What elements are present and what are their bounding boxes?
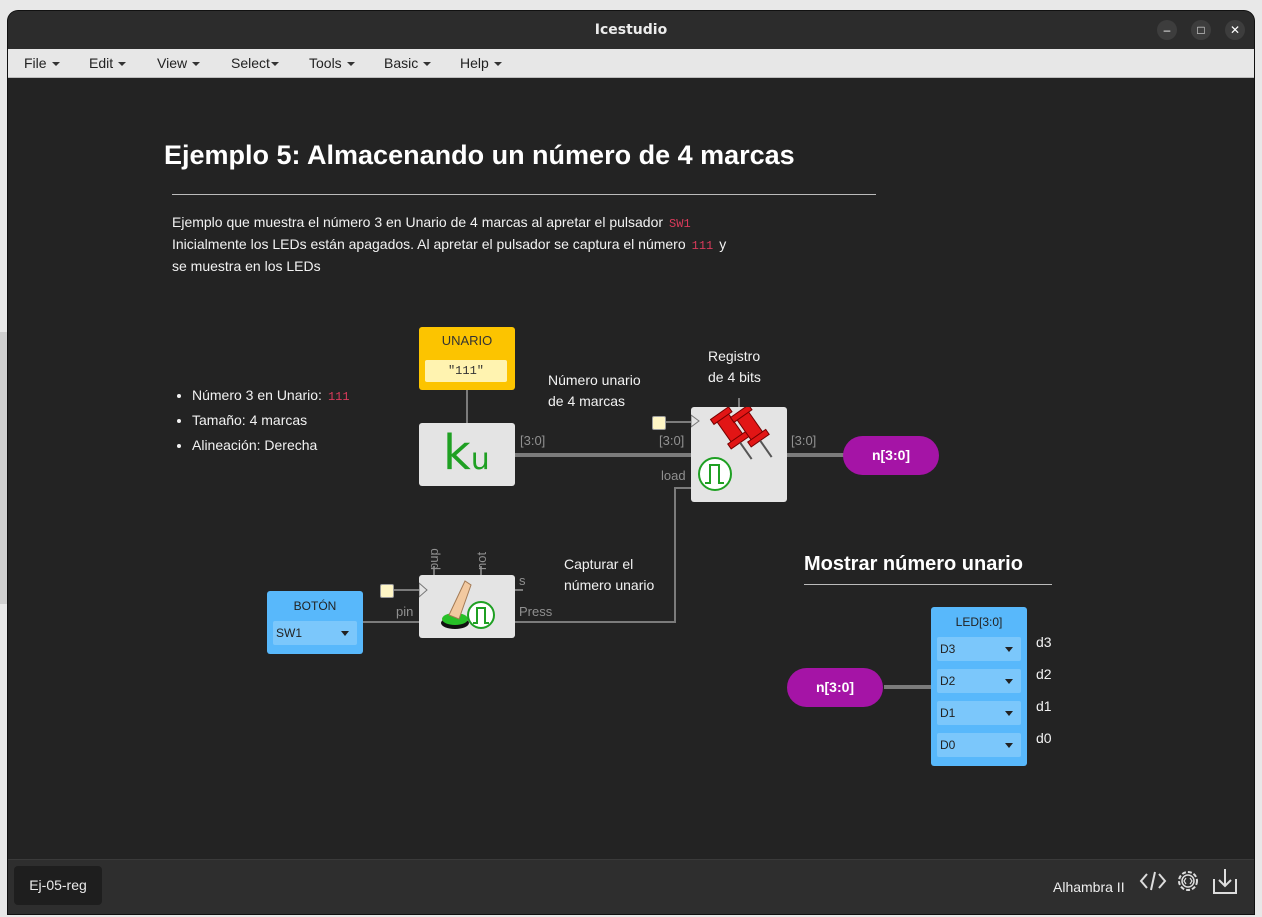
design-canvas[interactable]: [8, 78, 1254, 859]
close-button[interactable]: ✕: [1225, 20, 1245, 40]
led-title: LED[3:0]: [955, 615, 1003, 629]
page-title: Ejemplo 5: Almacenando un número de 4 ma…: [164, 140, 795, 170]
led-label-d3: d3: [1036, 634, 1052, 650]
led-pin-select-d1[interactable]: D1: [937, 701, 1021, 725]
list-item: Tamaño: 4 marcas: [192, 408, 350, 433]
led-pin-select-d3[interactable]: D3: [937, 637, 1021, 661]
menu-view[interactable]: View: [157, 55, 201, 71]
title-divider: [172, 194, 876, 195]
download-icon[interactable]: [1212, 867, 1238, 895]
unary-number-block[interactable]: ku: [419, 423, 515, 486]
ku-output-label: [3:0]: [520, 433, 546, 448]
menu-basic[interactable]: Basic: [384, 55, 432, 71]
boton-pin-select[interactable]: SW1: [273, 621, 357, 645]
register-input-label: [3:0]: [659, 433, 685, 448]
led-pin-select-d0[interactable]: D0: [937, 733, 1021, 757]
register-block[interactable]: [690, 404, 787, 502]
menu-select[interactable]: Select: [231, 55, 279, 71]
chevron-down-icon: [51, 62, 60, 67]
maximize-button[interactable]: □: [1191, 20, 1211, 40]
menu-bar: File Edit View Select Tools Basic Help: [8, 49, 1254, 78]
menu-file[interactable]: File: [24, 55, 60, 71]
unario-constant-block[interactable]: UNARIO "111": [419, 327, 515, 390]
minimize-button[interactable]: –: [1157, 20, 1177, 40]
chevron-down-icon: [341, 631, 349, 636]
wire-clk-button: [394, 589, 419, 591]
push-button-icon: [418, 580, 495, 629]
chevron-down-icon: [118, 62, 127, 67]
wire-press-load: [515, 621, 676, 623]
wire-s: [515, 589, 523, 591]
chevron-down-icon: [192, 62, 201, 67]
menu-edit[interactable]: Edit: [89, 55, 127, 71]
led-pin-select-d2[interactable]: D2: [937, 669, 1021, 693]
boton-title: BOTÓN: [293, 599, 337, 613]
info-list: Número 3 en Unario:111 Tamaño: 4 marcas …: [172, 383, 350, 458]
code-icon[interactable]: [1139, 870, 1167, 892]
board-name[interactable]: Alhambra II: [1053, 879, 1125, 895]
chevron-down-icon: [423, 62, 432, 67]
wire-load-top: [674, 487, 692, 489]
pup-label: pup: [426, 548, 441, 570]
menu-tools[interactable]: Tools: [309, 55, 355, 71]
list-item: Alineación: Derecha: [192, 433, 350, 458]
description-line-2: Inicialmente los LEDs están apagados. Al…: [172, 236, 727, 253]
output-label-n[interactable]: n[3:0]: [843, 436, 939, 475]
section-title-mostrar: Mostrar número unario: [804, 553, 1023, 575]
led-label-d0: d0: [1036, 730, 1052, 746]
chevron-down-icon: [270, 62, 279, 67]
wire-unario-ku: [466, 390, 468, 423]
clock-port-button[interactable]: [380, 584, 394, 598]
note-numero-unario: Número unario de 4 marcas: [548, 372, 641, 409]
chevron-down-icon: [1005, 647, 1013, 652]
wire-ku-register: [515, 453, 692, 457]
load-label: load: [661, 468, 686, 483]
description-line-1: Ejemplo que muestra el número 3 en Unari…: [172, 214, 691, 231]
window-title: Icestudio: [594, 22, 668, 38]
unario-value-field[interactable]: "111": [425, 360, 507, 382]
chevron-down-icon: [1005, 743, 1013, 748]
press-label: Press: [519, 604, 553, 619]
clock-port-register[interactable]: [652, 416, 666, 430]
list-item: Número 3 en Unario:111: [192, 383, 350, 408]
register-output-label: [3:0]: [791, 433, 817, 448]
led-output-block[interactable]: LED[3:0] D3 D2 D1 D0: [931, 607, 1027, 766]
pin-label: pin: [396, 604, 414, 619]
note-capturar: Capturar el número unario: [564, 556, 655, 593]
breadcrumb-tab[interactable]: Ej-05-reg: [14, 866, 102, 905]
not-label: not: [474, 551, 489, 570]
input-label-n[interactable]: n[3:0]: [787, 668, 883, 707]
status-bar: Ej-05-reg Alhambra II: [8, 859, 1254, 914]
wire-clk-register: [666, 421, 692, 423]
boton-input-block[interactable]: BOTÓN SW1: [267, 591, 363, 654]
chevron-down-icon: [346, 62, 355, 67]
title-bar: Icestudio – □ ✕: [8, 11, 1254, 49]
led-label-d1: d1: [1036, 698, 1052, 714]
pushpin-icon: [690, 404, 773, 491]
s-label: s: [519, 573, 526, 588]
button-edge-block[interactable]: [418, 575, 515, 638]
chevron-down-icon: [1005, 679, 1013, 684]
ku-symbol-icon: ku: [443, 425, 490, 481]
wire-in-led: [884, 685, 932, 689]
menu-help[interactable]: Help: [460, 55, 502, 71]
wire-register-out: [787, 453, 844, 457]
gear-code-icon[interactable]: [1175, 868, 1201, 894]
unario-title: UNARIO: [441, 333, 493, 348]
chevron-down-icon: [493, 62, 502, 67]
wire-boton-pin: [363, 621, 419, 623]
chevron-down-icon: [1005, 711, 1013, 716]
section-divider: [804, 584, 1052, 585]
note-registro: Registro de 4 bits: [708, 348, 761, 385]
led-label-d2: d2: [1036, 666, 1052, 682]
wire-load-vertical: [674, 487, 676, 623]
description-line-3: se muestra en los LEDs: [172, 258, 321, 274]
